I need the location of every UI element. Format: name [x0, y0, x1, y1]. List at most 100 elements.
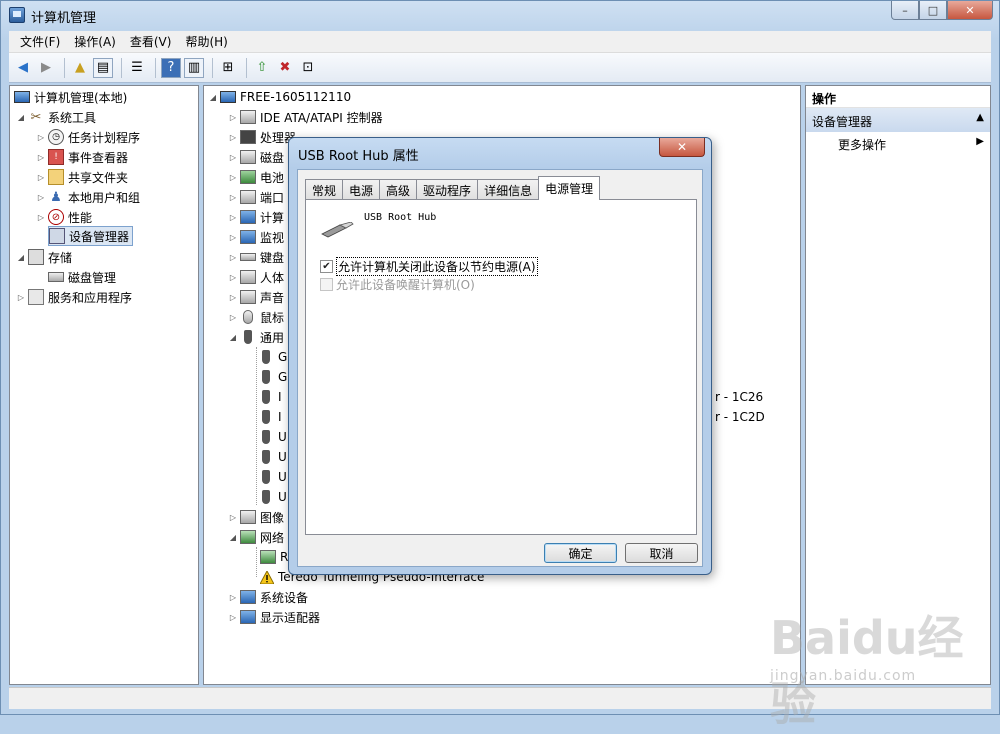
- device-category[interactable]: ▷ 磁盘: [228, 147, 284, 167]
- allow-power-off-option[interactable]: ✔ 允许计算机关闭此设备以节约电源(A): [320, 257, 538, 276]
- tab-strip: 常规 电源 高级 驱动程序 详细信息 电源管理: [305, 176, 601, 200]
- collapsed-arrow-icon[interactable]: ▷: [36, 133, 46, 142]
- close-button[interactable]: ✕: [947, 1, 993, 20]
- tab-driver[interactable]: 驱动程序: [416, 179, 479, 199]
- dialog-close-button[interactable]: ✕: [659, 138, 705, 157]
- tree-performance[interactable]: ▷ ⊘ 性能: [36, 207, 92, 227]
- collapsed-arrow-icon[interactable]: ▷: [228, 173, 238, 182]
- device-category[interactable]: ▷ 监视: [228, 227, 284, 247]
- collapsed-arrow-icon[interactable]: ▷: [36, 173, 46, 182]
- collapsed-arrow-icon[interactable]: ▷: [228, 293, 238, 302]
- up-folder-icon[interactable]: ▲: [70, 58, 90, 78]
- tree-task-scheduler[interactable]: ▷ ◷ 任务计划程序: [36, 127, 140, 147]
- tab-details[interactable]: 详细信息: [477, 179, 540, 199]
- collapsed-arrow-icon[interactable]: ▷: [228, 613, 238, 622]
- device-category[interactable]: ▷ 显示适配器: [228, 607, 320, 627]
- tab-advanced[interactable]: 高级: [379, 179, 418, 199]
- device-category[interactable]: ▷ 电池: [228, 167, 284, 187]
- tree-services[interactable]: ▷ 服务和应用程序: [16, 287, 132, 307]
- device-category[interactable]: ▷ 人体: [228, 267, 284, 287]
- usb-device[interactable]: U: [258, 447, 287, 467]
- collapsed-arrow-icon[interactable]: ▷: [228, 113, 238, 122]
- system-device-icon: [240, 590, 256, 604]
- device-category[interactable]: ▷ 端口: [228, 187, 284, 207]
- expanded-arrow-icon[interactable]: ◢: [208, 93, 218, 102]
- tree-root[interactable]: 计算机管理(本地): [14, 87, 127, 107]
- tree-storage[interactable]: ◢ 存储: [16, 247, 72, 267]
- actions-section-device-manager[interactable]: 设备管理器 ▲: [806, 108, 990, 132]
- tree-disk-management[interactable]: 磁盘管理: [48, 267, 116, 287]
- back-arrow-icon[interactable]: ◀: [13, 58, 33, 78]
- device-category[interactable]: ▷ 声音: [228, 287, 284, 307]
- device-category-network[interactable]: ◢ 网络: [228, 527, 284, 547]
- ide-controller-icon: [240, 110, 256, 124]
- device-category-usb[interactable]: ◢ 通用: [228, 327, 284, 347]
- collapsed-arrow-icon[interactable]: ▷: [228, 313, 238, 322]
- device-category[interactable]: ▷ 系统设备: [228, 587, 308, 607]
- usb-device[interactable]: U: [258, 487, 287, 507]
- tree-system-tools[interactable]: ◢ ✂ 系统工具: [16, 107, 96, 127]
- cancel-button[interactable]: 取消: [625, 543, 698, 563]
- help-icon[interactable]: ?: [161, 57, 181, 78]
- computer-icon: [14, 91, 30, 103]
- collapsed-arrow-icon[interactable]: ▷: [228, 513, 238, 522]
- uninstall-device-icon[interactable]: ✖: [275, 58, 295, 78]
- menu-action[interactable]: 操作(A): [67, 31, 123, 53]
- collapsed-arrow-icon[interactable]: ▷: [228, 233, 238, 242]
- device-category[interactable]: ▷ IDE ATA/ATAPI 控制器: [228, 107, 383, 127]
- tree-event-viewer[interactable]: ▷ ! 事件查看器: [36, 147, 128, 167]
- disable-device-icon[interactable]: ⊡: [298, 58, 318, 78]
- usb-device[interactable]: U: [258, 467, 287, 487]
- collapsed-arrow-icon[interactable]: ▷: [16, 293, 26, 302]
- collapsed-arrow-icon[interactable]: ▷: [36, 193, 46, 202]
- tree-shared-folders[interactable]: ▷ 共享文件夹: [36, 167, 128, 187]
- dialog-body: 常规 电源 高级 驱动程序 详细信息 电源管理 USB Root Hub ✔ 允…: [297, 169, 703, 567]
- tree-local-users[interactable]: ▷ ♟ 本地用户和组: [36, 187, 140, 207]
- expanded-arrow-icon[interactable]: ◢: [228, 333, 238, 342]
- forward-arrow-icon[interactable]: ▶: [36, 58, 56, 78]
- tab-general[interactable]: 常规: [305, 179, 344, 199]
- usb-device[interactable]: G: [258, 367, 287, 387]
- network-device[interactable]: R: [260, 547, 288, 567]
- minimize-button[interactable]: –: [891, 1, 919, 20]
- menu-view[interactable]: 查看(V): [123, 31, 179, 53]
- tab-power-management[interactable]: 电源管理: [538, 176, 601, 200]
- device-category[interactable]: ▷ 计算: [228, 207, 284, 227]
- menu-help[interactable]: 帮助(H): [178, 31, 234, 53]
- collapsed-arrow-icon[interactable]: ▷: [228, 253, 238, 262]
- menu-file[interactable]: 文件(F): [13, 31, 67, 53]
- collapsed-arrow-icon[interactable]: ▷: [228, 193, 238, 202]
- device-category[interactable]: ▷ 键盘: [228, 247, 284, 267]
- update-driver-icon[interactable]: ⇧: [252, 58, 272, 78]
- device-category[interactable]: ▷ 图像: [228, 507, 284, 527]
- collapsed-arrow-icon[interactable]: ▷: [228, 593, 238, 602]
- show-hide-tree-icon[interactable]: ▤: [93, 57, 113, 78]
- maximize-button[interactable]: □: [919, 1, 947, 20]
- collapsed-arrow-icon[interactable]: ▷: [228, 153, 238, 162]
- collapsed-arrow-icon[interactable]: ▷: [228, 213, 238, 222]
- allow-power-off-checkbox[interactable]: ✔: [320, 260, 333, 273]
- device-tree-computer[interactable]: ◢ FREE-1605112110: [208, 87, 351, 107]
- collapsed-arrow-icon[interactable]: ▷: [228, 273, 238, 282]
- tab-power[interactable]: 电源: [342, 179, 381, 199]
- usb-device[interactable]: I: [258, 407, 282, 427]
- usb-device[interactable]: U: [258, 427, 287, 447]
- usb-device[interactable]: I: [258, 387, 282, 407]
- ok-button[interactable]: 确定: [544, 543, 617, 563]
- expanded-arrow-icon[interactable]: ◢: [16, 113, 26, 122]
- expanded-arrow-icon[interactable]: ◢: [16, 253, 26, 262]
- tree-device-manager[interactable]: 设备管理器: [48, 226, 134, 246]
- usb-device[interactable]: G: [258, 347, 287, 367]
- scan-hardware-icon[interactable]: ⊞: [218, 58, 238, 78]
- toolbar-separator: [246, 57, 247, 78]
- device-category[interactable]: ▷ 处理器: [228, 127, 296, 147]
- expanded-arrow-icon[interactable]: ◢: [228, 533, 238, 542]
- collapsed-arrow-icon[interactable]: ▷: [36, 213, 46, 222]
- export-list-icon[interactable]: ☰: [127, 58, 147, 78]
- collapse-up-icon[interactable]: ▲: [976, 112, 984, 123]
- collapsed-arrow-icon[interactable]: ▷: [36, 153, 46, 162]
- show-action-pane-icon[interactable]: ▥: [184, 57, 204, 78]
- more-actions[interactable]: 更多操作 ▶: [806, 132, 990, 154]
- device-category[interactable]: ▷ 鼠标: [228, 307, 284, 327]
- collapsed-arrow-icon[interactable]: ▷: [228, 133, 238, 142]
